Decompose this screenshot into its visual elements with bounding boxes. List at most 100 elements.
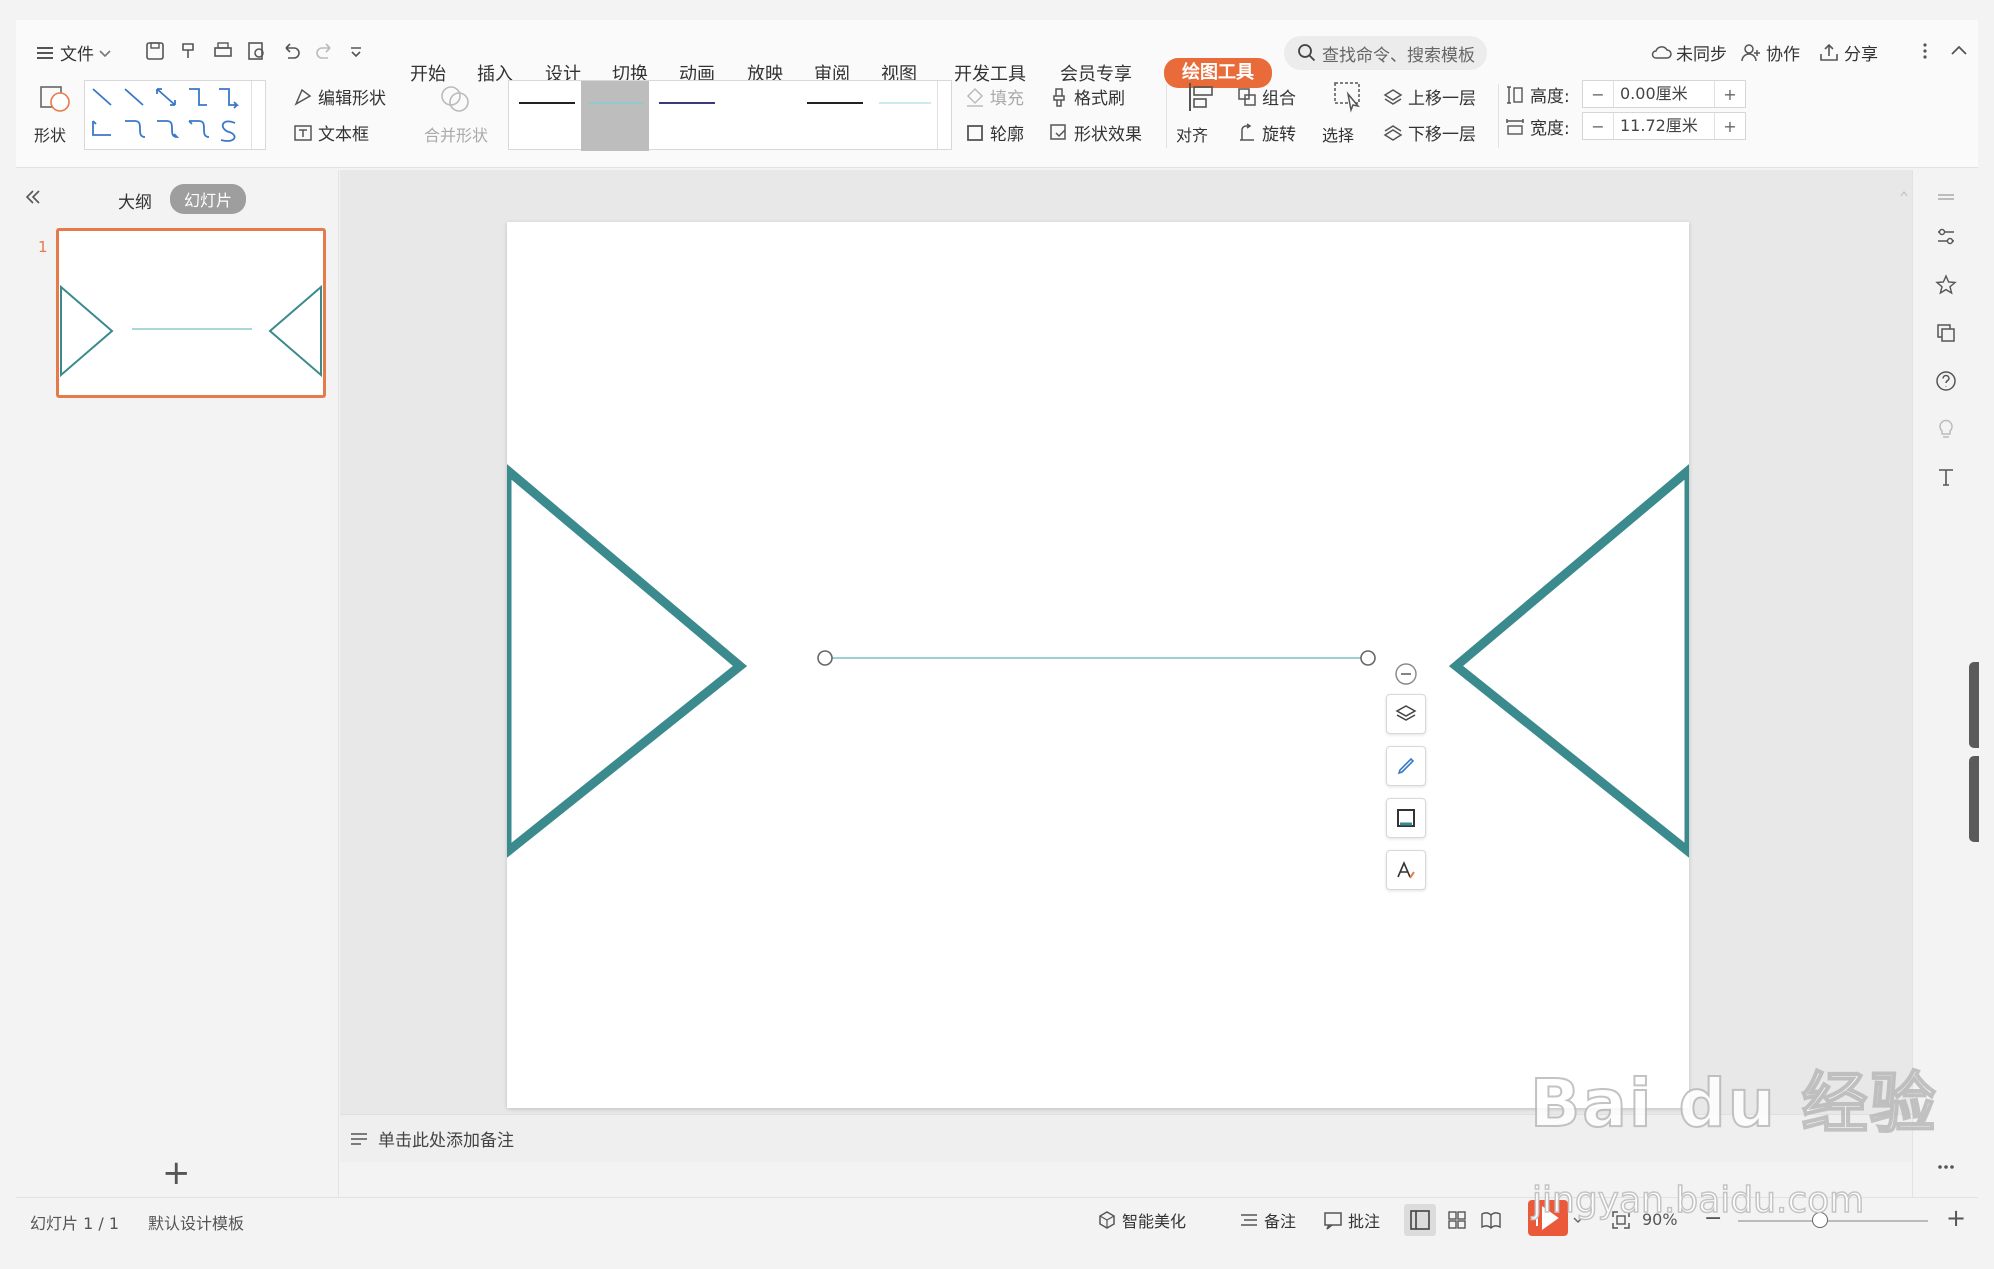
edit-shape-button[interactable]: 编辑形状 — [292, 84, 386, 109]
star-icon[interactable] — [1935, 274, 1957, 296]
collab-label: 协作 — [1766, 45, 1800, 65]
text-icon[interactable] — [1935, 466, 1957, 488]
collab-button[interactable]: 协作 — [1740, 40, 1800, 65]
properties-icon[interactable] — [1935, 226, 1957, 248]
bring-forward-label: 上移一层 — [1408, 89, 1476, 109]
share-button[interactable]: 分享 — [1818, 40, 1878, 65]
slide-thumbnail[interactable] — [56, 228, 326, 398]
grid-view-icon[interactable] — [1446, 1209, 1468, 1231]
text-style-tool-button[interactable] — [1386, 850, 1426, 890]
height-label-group: 高度: — [1504, 82, 1570, 107]
print-preview-icon[interactable] — [246, 40, 268, 62]
style-tool-button[interactable] — [1386, 746, 1426, 786]
more-horizontal-icon[interactable] — [1935, 1156, 1957, 1178]
file-menu[interactable]: 文件 — [34, 40, 112, 65]
merge-shape-button[interactable]: 合并形状 — [424, 80, 488, 145]
gallery-scroll[interactable] — [251, 81, 265, 149]
format-painter-icon[interactable] — [178, 40, 200, 62]
drag-handle-icon — [1938, 194, 1954, 200]
reading-view-icon[interactable] — [1480, 1209, 1502, 1231]
help-icon[interactable] — [1935, 370, 1957, 392]
edit-shape-icon — [294, 88, 312, 106]
height-input[interactable]: − 0.00厘米 + — [1582, 80, 1746, 108]
redo-icon[interactable] — [314, 40, 336, 62]
shape-icon — [40, 86, 70, 112]
slide[interactable] — [502, 222, 1694, 1108]
search-icon — [1298, 44, 1316, 62]
line-end-handle[interactable] — [1360, 650, 1376, 666]
lightbulb-icon[interactable] — [1935, 418, 1957, 440]
align-button[interactable]: 对齐 — [1176, 80, 1230, 145]
width-value[interactable]: 11.72厘米 — [1613, 113, 1715, 139]
shape-effect-icon — [1050, 123, 1066, 140]
normal-view-button[interactable] — [1404, 1204, 1436, 1236]
template-name[interactable]: 默认设计模板 — [148, 1210, 244, 1234]
baidu-watermark: Bai du 经验 — [1529, 1050, 1950, 1143]
height-value[interactable]: 0.00厘米 — [1613, 81, 1715, 107]
shape-gallery[interactable] — [84, 80, 266, 150]
layer-tool-button[interactable] — [1386, 694, 1426, 734]
tab-member[interactable]: 会员专享 — [1060, 60, 1132, 86]
select-button[interactable]: 选择 — [1322, 80, 1376, 145]
sync-status[interactable]: 未同步 — [1650, 40, 1727, 65]
line-start-handle[interactable] — [817, 650, 833, 666]
slide-thumbnail-preview — [60, 284, 322, 378]
file-menu-label: 文件 — [60, 45, 94, 65]
merge-shape-icon — [441, 86, 469, 112]
right-triangle-shape[interactable] — [1448, 460, 1694, 862]
customize-toolbar-icon[interactable] — [348, 40, 364, 62]
connector-shapes-icon — [92, 88, 240, 142]
fill-button[interactable]: 填充 — [964, 84, 1024, 109]
format-painter-button[interactable]: 格式刷 — [1048, 84, 1125, 109]
shape-effect-button[interactable]: 形状效果 — [1048, 120, 1142, 145]
shape-button[interactable]: 形状 — [28, 80, 78, 145]
send-backward-button[interactable]: 下移一层 — [1382, 120, 1476, 145]
height-increment[interactable]: + — [1715, 85, 1745, 104]
collapse-ribbon-icon[interactable] — [1948, 40, 1970, 62]
line-gallery-scroll[interactable] — [937, 81, 951, 149]
text-effect-icon — [1397, 860, 1415, 879]
textbox-icon — [294, 124, 312, 141]
zoom-in-button[interactable]: + — [1946, 1204, 1966, 1232]
cloud-icon — [1651, 45, 1672, 59]
shape-label: 形状 — [34, 126, 67, 145]
collapse-panel-icon[interactable] — [22, 186, 44, 208]
tab-outline[interactable]: 大纲 — [118, 188, 152, 213]
smart-beautify-button[interactable]: 智能美化 — [1096, 1208, 1186, 1232]
more-vertical-icon[interactable] — [1914, 40, 1936, 62]
textbox-button[interactable]: 文本框 — [292, 120, 369, 145]
add-slide-button[interactable]: + — [162, 1156, 191, 1190]
save-icon[interactable] — [144, 40, 166, 62]
height-decrement[interactable]: − — [1583, 85, 1613, 104]
sync-label: 未同步 — [1676, 45, 1727, 65]
minus-circle-icon[interactable] — [1394, 662, 1418, 686]
left-triangle-shape[interactable] — [502, 460, 748, 862]
beautify-label: 智能美化 — [1122, 1212, 1187, 1231]
search-box[interactable]: 查找命令、搜索模板 — [1284, 36, 1487, 70]
width-decrement[interactable]: − — [1583, 117, 1613, 136]
width-icon — [1506, 118, 1524, 135]
print-icon[interactable] — [212, 40, 234, 62]
share-label: 分享 — [1844, 45, 1878, 65]
width-input[interactable]: − 11.72厘米 + — [1582, 112, 1746, 140]
side-slider-handle[interactable] — [1969, 756, 1979, 842]
slide-number: 1 — [38, 238, 48, 256]
undo-icon[interactable] — [280, 40, 302, 62]
notes-toggle[interactable]: 备注 — [1238, 1208, 1296, 1232]
rotate-button[interactable]: 旋转 — [1236, 120, 1296, 145]
width-increment[interactable]: + — [1715, 117, 1745, 136]
copy-icon[interactable] — [1935, 322, 1957, 344]
line-style-gallery[interactable] — [508, 80, 952, 151]
bring-forward-button[interactable]: 上移一层 — [1382, 84, 1476, 109]
outline-button[interactable]: 轮廓 — [964, 120, 1024, 145]
outline-tool-button[interactable] — [1386, 798, 1426, 838]
fill-bucket-icon — [966, 87, 984, 107]
tab-developer[interactable]: 开发工具 — [954, 60, 1026, 86]
comment-button[interactable]: 批注 — [1322, 1208, 1380, 1232]
vertical-scrollbar[interactable] — [1898, 180, 1910, 1091]
tab-slides[interactable]: 幻灯片 — [170, 184, 247, 214]
group-button[interactable]: 组合 — [1236, 84, 1296, 109]
side-slider-handle[interactable] — [1969, 662, 1979, 748]
width-label-group: 宽度: — [1504, 114, 1570, 139]
outline-label: 轮廓 — [990, 125, 1024, 145]
